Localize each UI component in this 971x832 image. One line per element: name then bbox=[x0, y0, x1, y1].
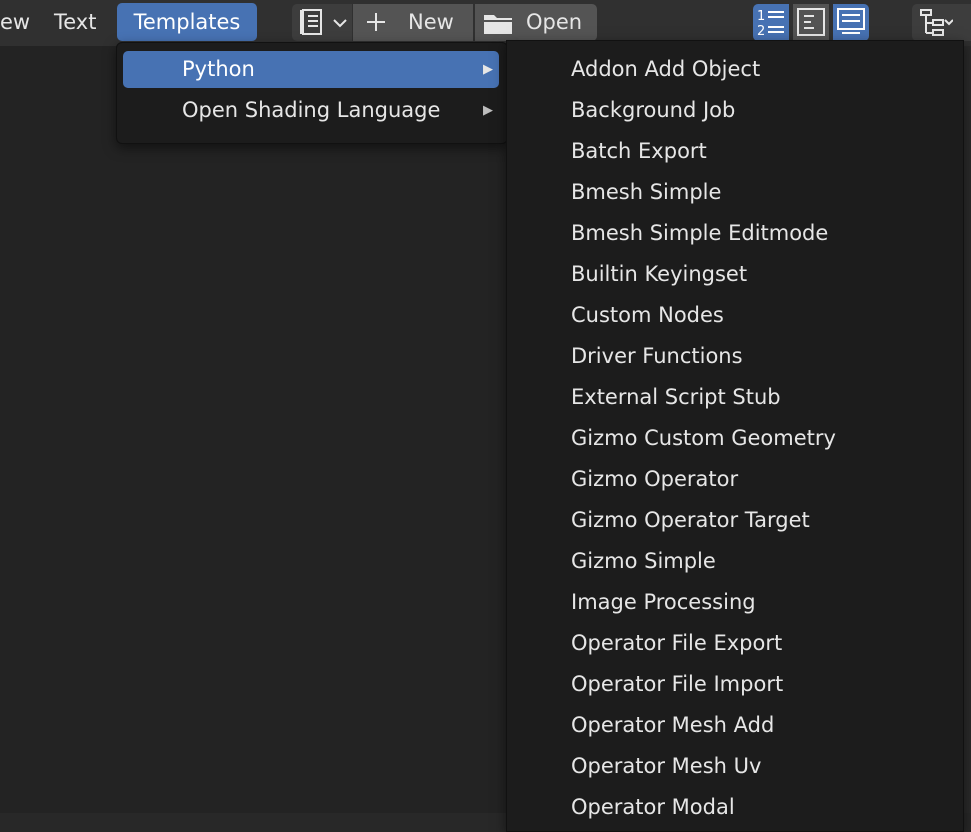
menu-item[interactable]: Batch Export bbox=[571, 131, 707, 171]
menu-text[interactable]: Text bbox=[54, 3, 106, 41]
menu-item[interactable]: Bmesh Simple Editmode bbox=[571, 213, 828, 253]
menu-item[interactable]: Operator File Export bbox=[571, 623, 782, 663]
menu-item[interactable]: Image Processing bbox=[571, 582, 756, 622]
menu-item[interactable]: Driver Functions bbox=[571, 336, 743, 376]
folder-icon bbox=[484, 15, 512, 34]
menu-item[interactable]: Gizmo Operator Target bbox=[571, 500, 810, 540]
menu-templates[interactable]: Templates bbox=[117, 3, 257, 41]
chevron-down-icon bbox=[333, 19, 347, 28]
menu-view[interactable]: ew bbox=[0, 3, 30, 41]
templates-item-label: Python bbox=[182, 57, 255, 81]
toggle-line-numbers[interactable]: 1 2 bbox=[753, 4, 789, 41]
menu-item[interactable]: Addon Add Object bbox=[571, 49, 760, 89]
text-datablock-icon bbox=[300, 9, 322, 35]
templates-item-python[interactable]: Python ▶ bbox=[123, 51, 499, 88]
outliner-icon bbox=[920, 9, 953, 36]
menu-item[interactable]: Gizmo Simple bbox=[571, 541, 716, 581]
open-label: Open bbox=[526, 10, 583, 34]
submenu-arrow-icon: ▶ bbox=[483, 62, 493, 77]
outliner-button[interactable] bbox=[912, 4, 971, 41]
menu-item[interactable]: Gizmo Operator bbox=[571, 459, 738, 499]
syntax-highlight-icon bbox=[837, 8, 865, 34]
toggle-syntax-highlight[interactable] bbox=[833, 4, 869, 41]
svg-text:2: 2 bbox=[757, 24, 765, 37]
menu-item[interactable]: Operator Mesh Uv bbox=[571, 746, 761, 786]
menu-item[interactable]: Background Job bbox=[571, 90, 735, 130]
new-text-button[interactable]: New bbox=[353, 4, 473, 41]
menu-item[interactable]: Operator Mesh Add bbox=[571, 705, 774, 745]
open-text-button[interactable]: Open bbox=[475, 4, 597, 41]
menu-item[interactable]: Operator File Import bbox=[571, 664, 783, 704]
menu-item[interactable]: Gizmo Custom Geometry bbox=[571, 418, 836, 458]
templates-item-label: Open Shading Language bbox=[182, 98, 441, 122]
menu-item[interactable]: External Script Stub bbox=[571, 377, 781, 417]
text-datablock-selector[interactable] bbox=[292, 4, 352, 41]
new-label: New bbox=[408, 10, 454, 34]
menu-item[interactable]: Builtin Keyingset bbox=[571, 254, 747, 294]
word-wrap-icon bbox=[797, 8, 825, 36]
svg-text:1: 1 bbox=[757, 9, 765, 24]
templates-item-osl[interactable]: Open Shading Language ▶ bbox=[123, 92, 499, 129]
toggle-word-wrap[interactable] bbox=[793, 4, 829, 41]
submenu-arrow-icon: ▶ bbox=[483, 103, 493, 118]
plus-icon bbox=[367, 13, 385, 31]
templates-dropdown: Python ▶ Open Shading Language ▶ bbox=[116, 42, 508, 144]
line-numbers-icon: 1 2 bbox=[757, 9, 784, 37]
menu-item[interactable]: Operator Modal bbox=[571, 787, 735, 827]
menu-item[interactable]: Custom Nodes bbox=[571, 295, 724, 335]
python-templates-submenu: Addon Add Object Background Job Batch Ex… bbox=[506, 40, 964, 832]
menu-item[interactable]: Bmesh Simple bbox=[571, 172, 721, 212]
